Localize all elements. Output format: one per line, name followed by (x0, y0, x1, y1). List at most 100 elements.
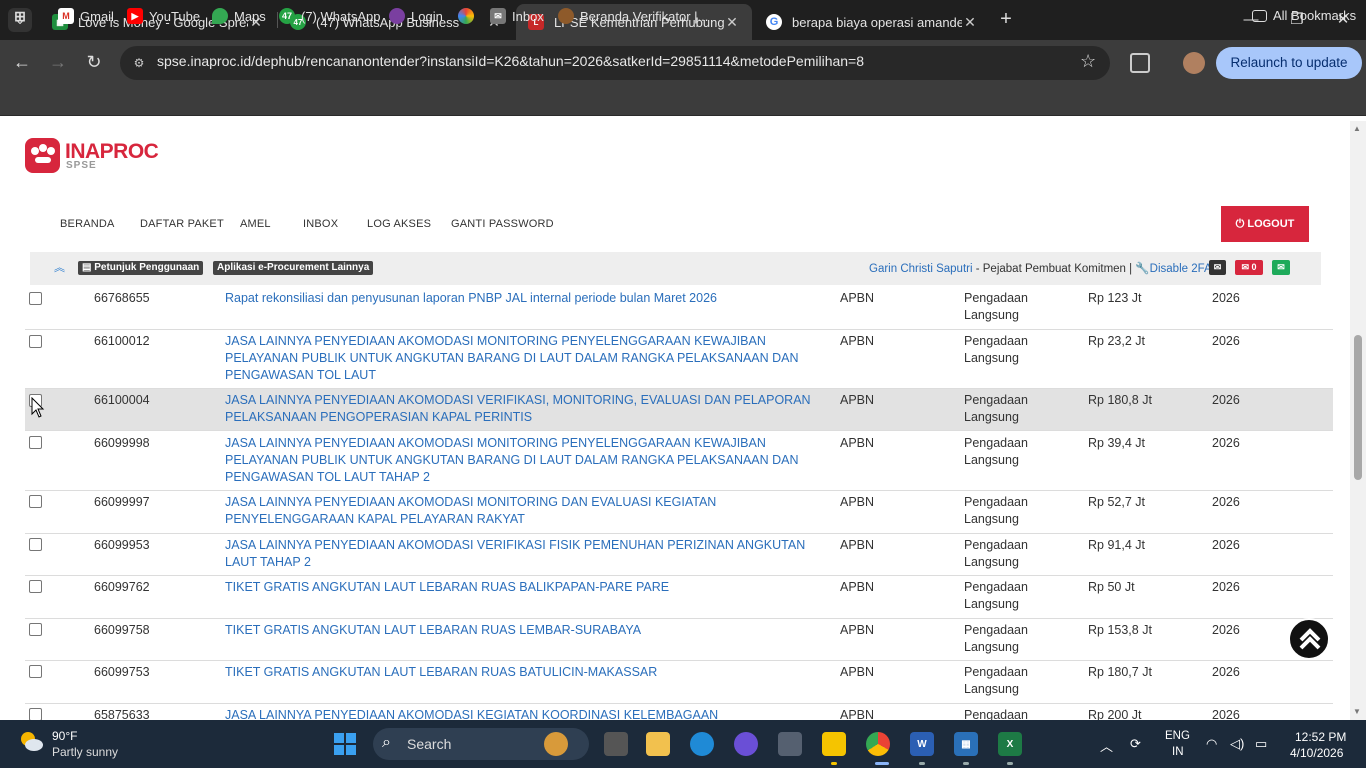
active-app-indicator (963, 762, 969, 765)
row-checkbox[interactable] (29, 335, 42, 348)
row-method: Pengadaan Langsung (964, 334, 1028, 365)
row-package-link[interactable]: JASA LAINNYA PENYEDIAAN AKOMODASI MONITO… (225, 333, 825, 384)
row-package-link[interactable]: TIKET GRATIS ANGKUTAN LAUT LEBARAN RUAS … (225, 664, 825, 681)
bookmark-inbox[interactable]: ✉ Inbox (490, 8, 544, 24)
whatsapp-icon: 47 (279, 8, 295, 24)
menu-amel[interactable]: AMEL (240, 218, 271, 230)
site-info-icon[interactable]: ⚙ (130, 54, 148, 72)
clock-date[interactable]: 4/10/2026 (1290, 746, 1343, 760)
word-icon[interactable]: W (910, 732, 934, 756)
menu-inbox[interactable]: INBOX (303, 218, 338, 230)
menu-ganti-password[interactable]: GANTI PASSWORD (451, 218, 554, 230)
mail-badge[interactable]: ✉ 0 (1235, 260, 1263, 275)
folder-icon (1252, 9, 1267, 22)
weather-temperature[interactable]: 90°F (52, 729, 77, 743)
bookmark-gmail[interactable]: M Gmail (58, 8, 114, 24)
extensions-icon[interactable] (1130, 53, 1150, 73)
row-checkbox[interactable] (29, 436, 42, 449)
message-icon[interactable]: ✉ (1209, 260, 1226, 275)
row-id: 66099753 (94, 665, 150, 679)
back-icon[interactable]: ← (10, 50, 34, 74)
menu-beranda[interactable]: BERANDA (60, 218, 115, 230)
tray-chevron-up-icon[interactable]: ︿ (1100, 736, 1113, 755)
close-icon[interactable]: ✕ (962, 14, 978, 31)
row-package-link[interactable]: JASA LAINNYA PENYEDIAAN AKOMODASI KEGIAT… (225, 707, 825, 720)
row-package-link[interactable]: JASA LAINNYA PENYEDIAAN AKOMODASI MONITO… (225, 435, 825, 486)
row-package-link[interactable]: JASA LAINNYA PENYEDIAAN AKOMODASI MONITO… (225, 494, 830, 528)
bookmark-login[interactable]: Login (389, 8, 443, 24)
language-indicator[interactable]: ENG (1165, 730, 1190, 742)
new-tab-icon[interactable]: + (996, 8, 1016, 32)
user-name-link[interactable]: Garin Christi Saputri (869, 263, 973, 275)
scrollbar-thumb[interactable] (1354, 335, 1362, 480)
youtube-icon: ▶ (127, 8, 143, 24)
sync-icon[interactable]: ⟳ (1130, 736, 1141, 752)
menu-log-akses[interactable]: LOG AKSES (367, 218, 431, 230)
collapse-chevron-icon[interactable]: ︽ (54, 259, 65, 275)
scroll-down-arrow-icon[interactable]: ▼ (1353, 707, 1361, 716)
bookmark-whatsapp[interactable]: 47 (7) WhatsApp (279, 8, 380, 24)
search-highlight-icon[interactable] (544, 732, 568, 756)
battery-icon[interactable]: ▭ (1255, 736, 1267, 752)
bookmark-youtube[interactable]: ▶ YouTube (127, 8, 200, 24)
excel-icon[interactable]: X (998, 732, 1022, 756)
edge-icon[interactable] (690, 732, 714, 756)
windows-start-icon[interactable] (334, 733, 356, 755)
weather-sun-cloud-icon[interactable] (18, 730, 44, 752)
tab-google-search[interactable]: G berapa biaya operasi amandel - ✕ (754, 4, 990, 40)
row-checkbox[interactable] (29, 538, 42, 551)
row-year: 2026 (1212, 334, 1240, 348)
bookmark-pinwheel[interactable] (458, 8, 480, 24)
active-app-indicator (919, 762, 925, 765)
task-view-icon[interactable] (604, 732, 628, 756)
calculator-icon[interactable]: ▦ (954, 732, 978, 756)
file-explorer-icon[interactable] (646, 732, 670, 756)
bookmark-verifikator[interactable]: Beranda Verifikator |... (558, 8, 708, 24)
url-text[interactable]: spse.inaproc.id/dephub/rencananontender?… (157, 53, 864, 69)
row-checkbox[interactable] (29, 580, 42, 593)
volume-icon[interactable]: ◁) (1230, 736, 1244, 752)
all-bookmarks[interactable]: All Bookmarks (1252, 8, 1356, 23)
row-value: Rp 39,4 Jt (1088, 436, 1145, 450)
wifi-icon[interactable]: ◠ (1206, 736, 1217, 752)
row-id: 66099758 (94, 623, 150, 637)
row-checkbox[interactable] (29, 495, 42, 508)
close-icon[interactable]: ✕ (724, 14, 740, 31)
copilot-icon[interactable] (734, 732, 758, 756)
notification-icon[interactable]: ✉ (1272, 260, 1290, 275)
row-checkbox[interactable] (29, 292, 42, 305)
row-package-link[interactable]: JASA LAINNYA PENYEDIAAN AKOMODASI VERIFI… (225, 537, 825, 571)
bookmark-star-icon[interactable]: ☆ (1080, 51, 1096, 72)
keyboard-layout-indicator[interactable]: IN (1172, 746, 1184, 758)
row-package-link[interactable]: Rapat rekonsiliasi dan penyusunan lapora… (225, 290, 825, 307)
chrome-icon[interactable] (866, 732, 890, 756)
scroll-to-top-button[interactable] (1288, 618, 1330, 660)
scroll-up-arrow-icon[interactable]: ▲ (1353, 124, 1361, 133)
camera-icon[interactable] (778, 732, 802, 756)
logout-button[interactable]: ⏻ LOGOUT (1221, 206, 1309, 242)
guide-button[interactable]: ▤ Petunjuk Penggunaan (78, 261, 204, 275)
bookmark-maps[interactable]: Maps (212, 8, 266, 24)
row-checkbox[interactable] (29, 665, 42, 678)
login-icon (389, 8, 405, 24)
forward-icon[interactable]: → (46, 50, 70, 74)
maps-pin-icon (212, 8, 228, 24)
row-id: 66099762 (94, 580, 150, 594)
row-checkbox[interactable] (29, 623, 42, 636)
row-year: 2026 (1212, 495, 1240, 509)
other-apps-button[interactable]: Aplikasi e-Procurement Lainnya (213, 261, 374, 275)
row-package-link[interactable]: TIKET GRATIS ANGKUTAN LAUT LEBARAN RUAS … (225, 622, 825, 639)
relaunch-button[interactable]: Relaunch to update (1216, 47, 1362, 79)
row-package-link[interactable]: JASA LAINNYA PENYEDIAAN AKOMODASI VERIFI… (225, 392, 825, 426)
menu-daftar-paket[interactable]: DAFTAR PAKET (140, 218, 224, 230)
sticky-notes-icon[interactable] (822, 732, 846, 756)
row-year: 2026 (1212, 436, 1240, 450)
reload-icon[interactable]: ↻ (82, 50, 106, 74)
apps-grid-icon[interactable]: ⊞ (12, 8, 34, 24)
row-package-link[interactable]: TIKET GRATIS ANGKUTAN LAUT LEBARAN RUAS … (225, 579, 825, 596)
disable-2fa-link[interactable]: Disable 2FA (1150, 263, 1212, 275)
inaproc-logo-icon[interactable] (25, 138, 60, 173)
weather-description[interactable]: Partly sunny (52, 745, 118, 759)
avatar[interactable] (1183, 52, 1205, 74)
clock-time[interactable]: 12:52 PM (1295, 730, 1346, 744)
